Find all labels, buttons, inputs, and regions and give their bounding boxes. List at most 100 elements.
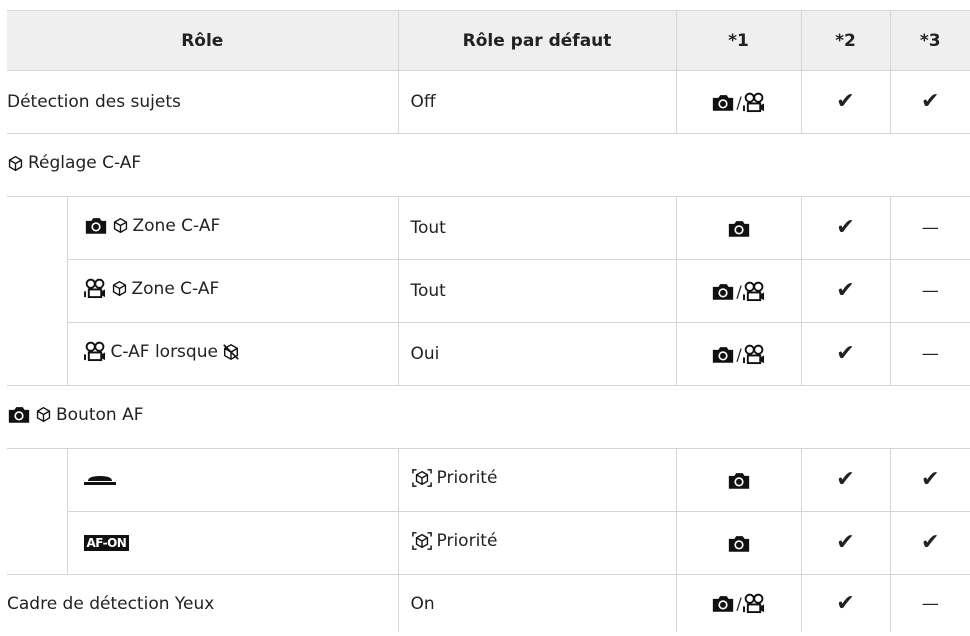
indent-cell xyxy=(7,196,68,260)
mode-cell: / xyxy=(675,574,802,632)
camera-icon xyxy=(711,345,735,364)
table-row: Zone C-AF Tout / ✔ — xyxy=(7,259,970,323)
mode-cell: / xyxy=(675,70,802,134)
camera-icon xyxy=(84,216,108,235)
default-cell: Off xyxy=(397,70,677,134)
dash-text: — xyxy=(921,344,939,364)
default-cell: Priorité xyxy=(397,511,677,575)
role-label: C-AF lorsque xyxy=(110,341,218,362)
movie-camera-icon xyxy=(743,344,766,365)
mode-cell xyxy=(675,448,802,512)
section-label: Réglage C-AF xyxy=(28,153,142,174)
camera-icon xyxy=(7,405,31,424)
table-row: Zone C-AF Tout ✔ — xyxy=(7,196,970,260)
default-cell: Priorité xyxy=(397,448,677,512)
checkmark-icon: ✔ xyxy=(836,341,855,366)
default-cell: Tout xyxy=(397,259,677,323)
dash-cell: — xyxy=(889,196,970,260)
indent-cell xyxy=(7,259,68,323)
cube-icon xyxy=(112,217,129,234)
check-cell: ✔ xyxy=(800,196,891,260)
checkmark-icon: ✔ xyxy=(836,467,855,492)
shutter-button-icon xyxy=(83,476,116,485)
camera-icon xyxy=(727,219,751,238)
slash-separator: / xyxy=(736,594,742,613)
table-row: AF-ON Priorité ✔ ✔ xyxy=(7,511,970,575)
check-cell: ✔ xyxy=(800,322,891,386)
header-n2: *2 xyxy=(800,10,891,71)
role-cell: Zone C-AF xyxy=(67,196,399,260)
role-cell: Cadre de détection Yeux xyxy=(7,575,398,633)
mode-cell xyxy=(675,511,802,575)
af-on-button-icon: AF-ON xyxy=(83,535,130,551)
section-cell: Réglage C-AF xyxy=(7,133,970,197)
role-cell: Zone C-AF xyxy=(67,259,399,323)
role-label: Détection des sujets xyxy=(7,92,181,112)
role-label: Cadre de détection Yeux xyxy=(7,593,215,614)
cube-icon xyxy=(111,280,128,297)
checkmark-icon: ✔ xyxy=(836,530,855,555)
cube-icon xyxy=(35,406,52,423)
check-cell: ✔ xyxy=(889,448,970,512)
camera-icon xyxy=(727,534,751,553)
default-cell: Tout xyxy=(397,196,677,260)
header-n1: *1 xyxy=(675,10,802,71)
cube-frame-icon xyxy=(411,468,433,488)
table-row: Détection des sujets Off / ✔ ✔ xyxy=(7,70,970,134)
checkmark-icon: ✔ xyxy=(921,530,940,555)
header-default-role: Rôle par défaut xyxy=(397,10,677,71)
movie-camera-icon xyxy=(743,281,766,302)
slash-separator: / xyxy=(736,92,742,112)
role-label: Zone C-AF xyxy=(132,215,221,236)
slash-separator: / xyxy=(736,344,742,364)
camera-icon xyxy=(711,93,735,112)
role-cell: C-AF lorsque xyxy=(67,322,399,386)
movie-camera-icon xyxy=(743,593,766,614)
checkmark-icon: ✔ xyxy=(836,89,855,114)
camera-icon xyxy=(711,282,735,301)
role-cell: AF-ON xyxy=(67,511,399,575)
indent-cell xyxy=(7,448,68,512)
cube-icon xyxy=(7,155,24,172)
check-cell: ✔ xyxy=(800,70,891,134)
default-cell: On xyxy=(397,574,677,632)
section-label: Bouton AF xyxy=(56,404,144,425)
mode-cell: / xyxy=(675,322,802,386)
check-cell: ✔ xyxy=(800,574,891,632)
check-cell: ✔ xyxy=(889,70,970,134)
table-row: Priorité ✔ ✔ xyxy=(7,448,970,512)
dash-cell: — xyxy=(889,259,970,323)
section-row: Bouton AF xyxy=(7,385,970,449)
checkmark-icon: ✔ xyxy=(921,467,940,492)
section-row: Réglage C-AF xyxy=(7,133,970,197)
settings-table: Rôle Rôle par défaut *1 *2 *3 Détection … xyxy=(7,10,970,632)
checkmark-icon: ✔ xyxy=(836,215,855,240)
default-cell: Oui xyxy=(397,322,677,386)
movie-camera-icon xyxy=(84,341,107,362)
check-cell: ✔ xyxy=(889,511,970,575)
table-row: Cadre de détection Yeux On / ✔ — xyxy=(7,574,970,633)
table-row: C-AF lorsque Oui / ✔ — xyxy=(7,322,970,386)
dash-cell: — xyxy=(889,574,970,632)
default-label: Priorité xyxy=(436,530,498,551)
indent-cell xyxy=(7,322,68,386)
check-cell: ✔ xyxy=(800,259,891,323)
default-label: Priorité xyxy=(436,467,498,488)
section-cell: Bouton AF xyxy=(7,385,970,449)
mode-cell: / xyxy=(675,259,802,323)
check-cell: ✔ xyxy=(800,448,891,512)
role-cell xyxy=(67,448,399,512)
dash-text: — xyxy=(921,281,939,301)
cube-slash-icon xyxy=(222,343,240,361)
movie-camera-icon xyxy=(743,92,766,113)
dash-text: — xyxy=(921,218,939,238)
header-role: Rôle xyxy=(7,10,399,71)
indent-cell xyxy=(7,511,68,575)
header-n3: *3 xyxy=(889,10,970,71)
cube-frame-icon xyxy=(411,531,433,551)
checkmark-icon: ✔ xyxy=(836,278,855,303)
table-header-row: Rôle Rôle par défaut *1 *2 *3 xyxy=(7,10,970,71)
checkmark-icon: ✔ xyxy=(921,89,940,114)
mode-cell xyxy=(675,196,802,260)
checkmark-icon: ✔ xyxy=(836,590,855,616)
